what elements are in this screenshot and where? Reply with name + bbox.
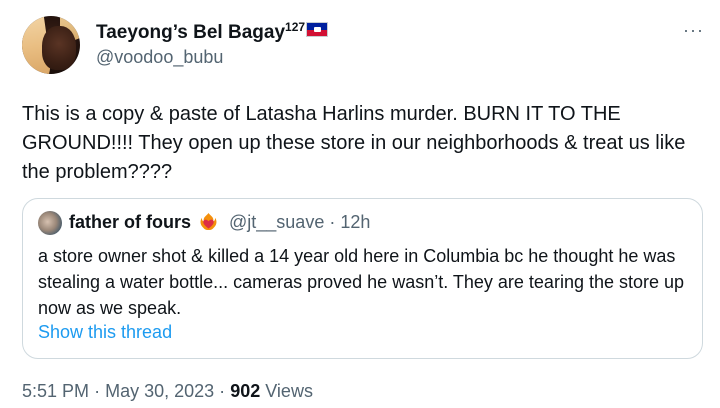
tweet-card: Taeyong’s Bel Bagay127 @voodoo_bubu ··· … <box>0 0 720 408</box>
author-handle[interactable]: @voodoo_bubu <box>96 47 223 68</box>
meta-separator-2: · <box>219 381 226 401</box>
quoted-tweet-text: a store owner shot & killed a 14 year ol… <box>38 246 685 318</box>
tweet-time[interactable]: 5:51 PM <box>22 381 89 401</box>
heart-on-fire-icon <box>200 212 217 231</box>
author-name[interactable]: Taeyong’s Bel Bagay127 <box>96 20 329 44</box>
avatar-face <box>42 26 76 70</box>
more-options-icon[interactable]: ··· <box>683 21 704 39</box>
quoted-author-handle[interactable]: @jt__suave <box>229 212 324 232</box>
profile-avatar[interactable] <box>22 16 80 74</box>
tweet-meta: 5:51 PM · May 30, 2023 · 902 Views <box>22 381 313 402</box>
author-name-superscript: 127 <box>285 20 306 34</box>
quoted-author-name: father of fours <box>69 212 192 232</box>
views-label: Views <box>265 381 313 401</box>
quoted-time[interactable]: 12h <box>340 212 370 232</box>
author-display-name: Taeyong’s Bel Bagay <box>96 22 286 43</box>
tweet-date[interactable]: May 30, 2023 <box>105 381 214 401</box>
quoted-author-avatar[interactable] <box>38 211 62 235</box>
quoted-separator: · <box>329 212 336 232</box>
quoted-author-meta: @jt__suave · 12h <box>229 212 370 233</box>
meta-separator-1: · <box>94 381 101 401</box>
quoted-tweet[interactable]: father of fours @jt__suave · 12h a store… <box>22 198 703 359</box>
show-thread-link[interactable]: Show this thread <box>38 322 172 343</box>
views-count[interactable]: 902 <box>230 381 260 401</box>
haiti-flag-icon <box>306 22 329 37</box>
tweet-text: This is a copy & paste of Latasha Harlin… <box>22 103 686 183</box>
